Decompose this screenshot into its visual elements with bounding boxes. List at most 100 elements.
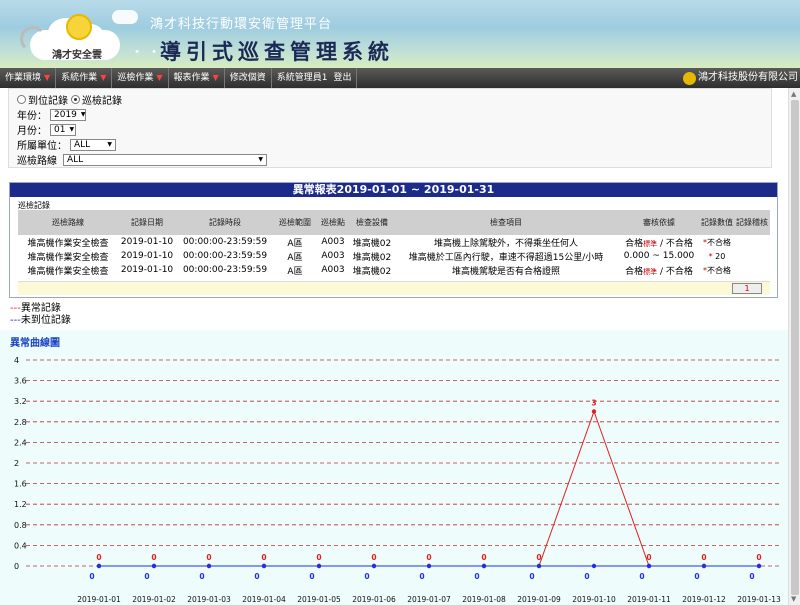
- cell-device: 堆高機02: [352, 266, 392, 277]
- column-header[interactable]: 巡檢點: [316, 210, 350, 235]
- radio-arrival-records[interactable]: [17, 95, 26, 104]
- basis-fail: / 不合格: [657, 238, 693, 249]
- menu-system-operations[interactable]: 系統作業 ▼: [56, 68, 113, 88]
- menu-label: 修改個資: [229, 73, 266, 83]
- column-header[interactable]: 審核依據: [618, 210, 700, 235]
- basis-standard: 標準: [643, 267, 658, 276]
- chart-title: 異常曲線圖: [10, 338, 60, 349]
- data-label-missing: 0: [584, 572, 589, 581]
- year-row: 年份： 2019 ▼: [17, 107, 86, 122]
- route-label: 巡檢路線: [17, 156, 57, 167]
- cell-date: 2019-01-10: [120, 237, 174, 247]
- data-label-abnormal: 3: [591, 399, 596, 408]
- data-point-missing: [481, 563, 487, 569]
- cloud-icon: [112, 10, 138, 24]
- cell-area: A區: [287, 252, 303, 263]
- page-button[interactable]: 1: [732, 283, 762, 294]
- pager: 1: [18, 281, 770, 295]
- cell-value: *不合格: [700, 235, 734, 249]
- table-row[interactable]: 堆高機作業安全檢查 2019-01-10 00:00:00-23:59:59 A…: [18, 249, 770, 263]
- cell-period: 00:00:00-23:59:59: [182, 237, 268, 247]
- unit-label: 所屬單位：: [17, 141, 67, 152]
- column-header[interactable]: 記錄日期: [118, 210, 176, 235]
- logout-link[interactable]: 登出: [333, 68, 351, 88]
- menu-inspection-operations[interactable]: 巡檢作業 ▼: [112, 68, 169, 88]
- cell-date: 2019-01-10: [120, 265, 174, 275]
- cell-area: A區: [287, 266, 303, 277]
- cell-period: 00:00:00-23:59:59: [182, 265, 268, 275]
- data-point-missing: [536, 563, 542, 569]
- scroll-up-icon[interactable]: ▲: [791, 90, 796, 98]
- column-header[interactable]: 檢查設備: [350, 210, 394, 235]
- y-tick-label: 2.8: [14, 418, 27, 427]
- data-label-abnormal: 0: [646, 553, 651, 562]
- cell-audit: [734, 263, 770, 277]
- chevron-down-icon: ▼: [107, 141, 112, 148]
- table-header-row: 巡檢路線 記錄日期 記錄時段 巡檢範圍 巡檢點 檢查設備 檢查項目 審核依據 記…: [18, 210, 770, 235]
- cell-point: A003: [321, 265, 345, 275]
- month-select[interactable]: 01 ▼: [50, 123, 76, 136]
- data-label-missing: 0: [309, 572, 314, 581]
- column-header[interactable]: 巡檢路線: [18, 210, 118, 235]
- radio-inspection-records[interactable]: [71, 95, 80, 104]
- menu-label: 系統管理員1: [276, 73, 328, 83]
- month-row: 月份： 01 ▼: [17, 122, 76, 137]
- menu-current-user[interactable]: 系統管理員1 登出: [272, 68, 358, 88]
- radio-label: 到位記錄: [28, 96, 68, 107]
- menu-report-operations[interactable]: 報表作業 ▼: [169, 68, 225, 88]
- chevron-down-icon: ▼: [80, 111, 86, 118]
- platform-title: 鴻才科技行動環安衛管理平台: [150, 17, 333, 32]
- legend-missing: ---未到位記錄: [10, 315, 71, 327]
- unit-row: 所屬單位： ALL ▼: [17, 137, 116, 152]
- x-tick-label: 2019-01-07: [407, 595, 451, 604]
- menu-edit-profile[interactable]: 修改個資: [225, 68, 272, 88]
- table-row[interactable]: 堆高機作業安全檢查 2019-01-10 00:00:00-23:59:59 A…: [18, 235, 770, 249]
- data-point-abnormal: [591, 409, 597, 414]
- x-tick-label: 2019-01-03: [187, 595, 231, 604]
- x-tick-label: 2019-01-09: [517, 595, 561, 604]
- basis-standard: 標準: [643, 239, 658, 248]
- legend-line-blue: ---: [10, 315, 21, 326]
- data-label-missing: 0: [89, 572, 94, 581]
- year-label: 年份：: [17, 111, 47, 122]
- chart-area: 0 0.4 0.8 1.2 1.6 2 2.4 2.8 3.2 3.6 4 2019-01-01 201…: [0, 330, 788, 605]
- chevron-down-icon: ▼: [69, 126, 75, 133]
- data-point-missing: [701, 563, 707, 569]
- data-label-missing: 0: [199, 572, 204, 581]
- column-header[interactable]: 檢查項目: [394, 210, 618, 235]
- cell-route: 堆高機作業安全檢查: [27, 252, 109, 263]
- scrollbar-thumb[interactable]: [791, 100, 799, 595]
- data-point-missing: [316, 563, 322, 569]
- column-header[interactable]: 記錄稽核: [734, 210, 770, 235]
- column-header[interactable]: 巡檢範圍: [274, 210, 316, 235]
- scroll-down-icon[interactable]: ▼: [791, 595, 796, 603]
- radio-label: 巡檢記錄: [82, 96, 122, 107]
- year-select[interactable]: 2019 ▼: [50, 108, 86, 121]
- lightbulb-icon: [66, 14, 92, 40]
- cell-value: *不合格: [700, 263, 734, 277]
- menu-work-environment[interactable]: 作業環境 ▼: [0, 68, 57, 88]
- unit-select[interactable]: ALL ▼: [70, 138, 116, 151]
- data-label-abnormal: 0: [96, 553, 101, 562]
- data-point-missing: [371, 563, 377, 569]
- data-label-abnormal: 0: [536, 553, 541, 562]
- company-logo-icon: [683, 71, 696, 85]
- y-tick-label: 1.2: [14, 500, 27, 509]
- app-header: 鴻才安全雲 鴻才科技行動環安衛管理平台 ・・・ 導引式巡查管理系統: [0, 0, 800, 68]
- column-header[interactable]: 記錄數值: [700, 210, 734, 235]
- route-select[interactable]: ALL ▼: [63, 153, 267, 166]
- company-name: 鴻才科技股份有限公司: [683, 68, 798, 88]
- legend-label: 未到位記錄: [20, 315, 71, 326]
- logo[interactable]: 鴻才安全雲: [10, 8, 128, 61]
- cell-device: 堆高機02: [352, 238, 392, 249]
- table-row[interactable]: 堆高機作業安全檢查 2019-01-10 00:00:00-23:59:59 A…: [18, 263, 770, 277]
- logo-text: 鴻才安全雲: [52, 50, 102, 61]
- menu-label: 報表作業: [173, 73, 210, 83]
- column-header[interactable]: 記錄時段: [176, 210, 274, 235]
- data-label-missing: 0: [474, 572, 479, 581]
- vertical-scrollbar[interactable]: ▲ ▼: [788, 88, 800, 605]
- cell-device: 堆高機02: [352, 252, 392, 263]
- y-tick-label: 0.8: [14, 521, 27, 530]
- data-label-abnormal: 0: [701, 553, 706, 562]
- cell-audit: [734, 235, 770, 249]
